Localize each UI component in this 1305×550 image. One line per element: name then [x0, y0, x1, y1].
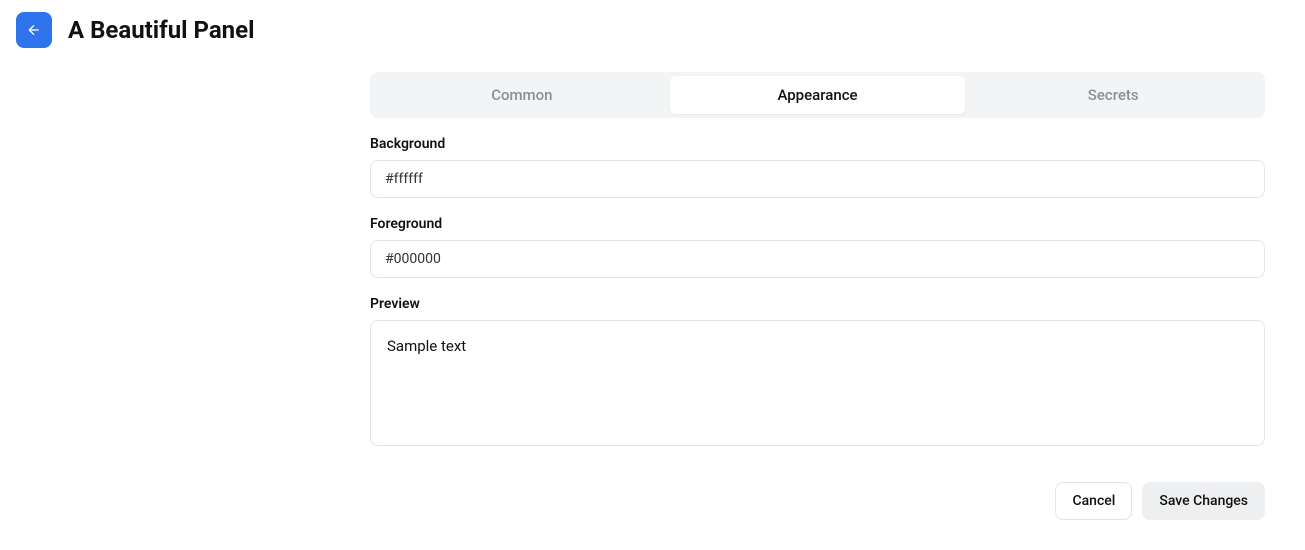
background-label: Background: [370, 136, 1265, 152]
preview-sample-text: Sample text: [387, 337, 466, 355]
page-title: A Beautiful Panel: [68, 16, 254, 44]
footer-buttons: Cancel Save Changes: [370, 482, 1265, 520]
page-header: A Beautiful Panel: [16, 12, 1289, 48]
foreground-input[interactable]: [370, 240, 1265, 278]
foreground-label: Foreground: [370, 216, 1265, 232]
background-group: Background: [370, 136, 1265, 198]
main-content: Common Appearance Secrets Background For…: [370, 72, 1265, 520]
save-button[interactable]: Save Changes: [1142, 482, 1265, 520]
tab-secrets[interactable]: Secrets: [965, 76, 1261, 114]
arrow-left-icon: [26, 22, 42, 38]
background-input[interactable]: [370, 160, 1265, 198]
back-button[interactable]: [16, 12, 52, 48]
tab-common[interactable]: Common: [374, 76, 670, 114]
preview-box: Sample text: [370, 320, 1265, 446]
tab-bar: Common Appearance Secrets: [370, 72, 1265, 118]
preview-group: Preview Sample text: [370, 296, 1265, 446]
foreground-group: Foreground: [370, 216, 1265, 278]
preview-label: Preview: [370, 296, 1265, 312]
tab-appearance[interactable]: Appearance: [670, 76, 966, 114]
cancel-button[interactable]: Cancel: [1055, 482, 1132, 520]
